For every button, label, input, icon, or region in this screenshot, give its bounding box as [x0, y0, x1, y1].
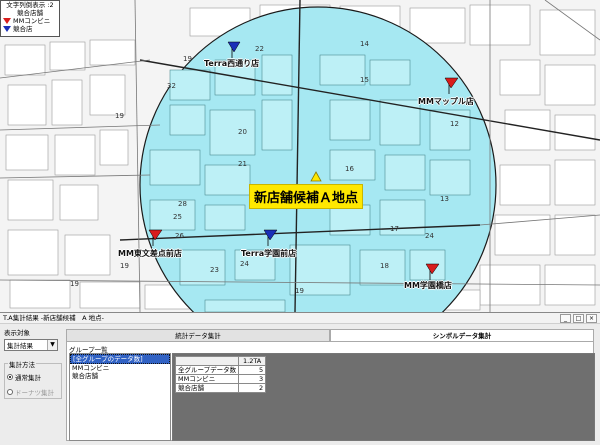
- radio-selected-icon[interactable]: [7, 374, 13, 380]
- data-grid: 1.2TA 全グループデータ数 5 MMコンビニ 3 競合店舗 2: [172, 353, 595, 441]
- close-button[interactable]: ×: [586, 314, 597, 323]
- maximize-button[interactable]: □: [573, 314, 584, 323]
- legend-item-label: 競合店: [13, 25, 33, 33]
- result-table: 1.2TA 全グループデータ数 5 MMコンビニ 3 競合店舗 2: [174, 356, 267, 393]
- legend-item-label: MMコンビニ: [13, 17, 51, 25]
- legend-subtitle: 競合店舗: [17, 9, 43, 17]
- table-header-cell: [174, 356, 240, 366]
- table-cell: MMコンビニ: [174, 374, 240, 384]
- block-number: 22: [255, 45, 264, 53]
- aggregation-method-group: 集計方法 通常集計 ドーナツ集計: [4, 359, 62, 399]
- block-number: 21: [238, 160, 247, 168]
- list-item[interactable]: MMコンビニ: [70, 364, 170, 372]
- map-canvas: [0, 0, 600, 312]
- radio-normal-aggregation[interactable]: 通常集計: [7, 372, 59, 382]
- table-cell: 全グループデータ数: [174, 365, 240, 375]
- table-header-cell: 1.2TA: [238, 356, 267, 366]
- table-cell: 5: [238, 365, 267, 375]
- display-target-label: 表示対象: [4, 329, 30, 337]
- block-number: 26: [175, 232, 184, 240]
- map-legend: 文字列倒表示 :2 競合店舗 MMコンビニ 競合店: [0, 0, 60, 37]
- blue-flag-icon: [3, 26, 11, 32]
- table-cell: 競合店舗: [174, 383, 240, 393]
- block-number: 16: [345, 165, 354, 173]
- store-label[interactable]: MM東文差点前店: [118, 248, 182, 259]
- store-label[interactable]: Terra学園前店: [241, 248, 296, 259]
- radio-unselected-icon: [7, 389, 13, 395]
- minimize-button[interactable]: _: [560, 314, 571, 323]
- block-number: 19: [183, 55, 192, 63]
- chevron-down-icon[interactable]: ▼: [47, 340, 57, 350]
- block-number: 12: [450, 120, 459, 128]
- block-number: 20: [238, 128, 247, 136]
- display-target-value: 集計結果: [7, 342, 33, 350]
- block-number: 19: [295, 287, 304, 295]
- candidate-site-label[interactable]: 新店舗候補Ａ地点: [249, 184, 364, 209]
- block-number: 23: [210, 266, 219, 274]
- block-number: 19: [120, 262, 129, 270]
- map-view[interactable]: 19 22 19 21 20 19 14 15 16 25 32 26 28 2…: [0, 0, 600, 312]
- block-number: 28: [178, 200, 187, 208]
- legend-title: 文字列倒表示 :2: [6, 1, 54, 9]
- radio-donut-aggregation: ドーナツ集計: [7, 387, 59, 397]
- window-titlebar[interactable]: T.A集計結果 -新店舗候補 A 地点- _ □ ×: [0, 313, 600, 324]
- radio-label: ドーナツ集計: [15, 389, 54, 397]
- table-row[interactable]: MMコンビニ 3: [174, 374, 267, 384]
- window-controls: _ □ ×: [560, 314, 597, 323]
- block-number: 13: [440, 195, 449, 203]
- group-listbox[interactable]: [全グループのデータ数] MMコンビニ 競合店舗: [69, 353, 171, 441]
- block-number: 17: [390, 225, 399, 233]
- table-header-row: 1.2TA: [174, 356, 267, 366]
- display-target-select[interactable]: 集計結果 ▼: [4, 339, 58, 351]
- block-number: 19: [115, 112, 124, 120]
- radio-label: 通常集計: [15, 374, 41, 382]
- block-number: 25: [173, 213, 182, 221]
- window-title: T.A集計結果 -新店舗候補 A 地点-: [3, 314, 104, 322]
- table-row[interactable]: 競合店舗 2: [174, 383, 267, 393]
- tab-bar: 統計データ集計 シンボルデータ集計: [66, 329, 594, 341]
- block-number: 32: [167, 82, 176, 90]
- table-cell: 2: [238, 383, 267, 393]
- block-number: 15: [360, 76, 369, 84]
- legend-item: 競合店: [1, 25, 59, 33]
- store-label[interactable]: Terra西通り店: [204, 58, 259, 69]
- store-label[interactable]: MMマップル店: [418, 96, 474, 107]
- block-number: 14: [360, 40, 369, 48]
- aggregation-window: T.A集計結果 -新店舗候補 A 地点- _ □ × 表示対象 集計結果 ▼ 集…: [0, 312, 600, 445]
- tab-symbol-data[interactable]: シンボルデータ集計: [330, 329, 594, 341]
- aggregation-method-label: 集計方法: [8, 359, 36, 369]
- list-item[interactable]: [全グループのデータ数]: [70, 354, 170, 364]
- table-row[interactable]: 全グループデータ数 5: [174, 365, 267, 375]
- table-cell: 3: [238, 374, 267, 384]
- block-number: 18: [380, 262, 389, 270]
- list-item[interactable]: 競合店舗: [70, 372, 170, 380]
- tab-content: グループ一覧 [全グループのデータ数] MMコンビニ 競合店舗 1.2TA 全グ…: [66, 341, 595, 441]
- block-number: 19: [70, 280, 79, 288]
- options-pane: 表示対象 集計結果 ▼ 集計方法 通常集計 ドーナツ集計: [4, 327, 62, 441]
- block-number: 24: [240, 260, 249, 268]
- store-label[interactable]: MM学園橋店: [404, 280, 452, 291]
- red-flag-icon: [3, 18, 11, 24]
- legend-item: MMコンビニ: [1, 17, 59, 25]
- tab-statistics[interactable]: 統計データ集計: [66, 329, 330, 341]
- block-number: 24: [425, 232, 434, 240]
